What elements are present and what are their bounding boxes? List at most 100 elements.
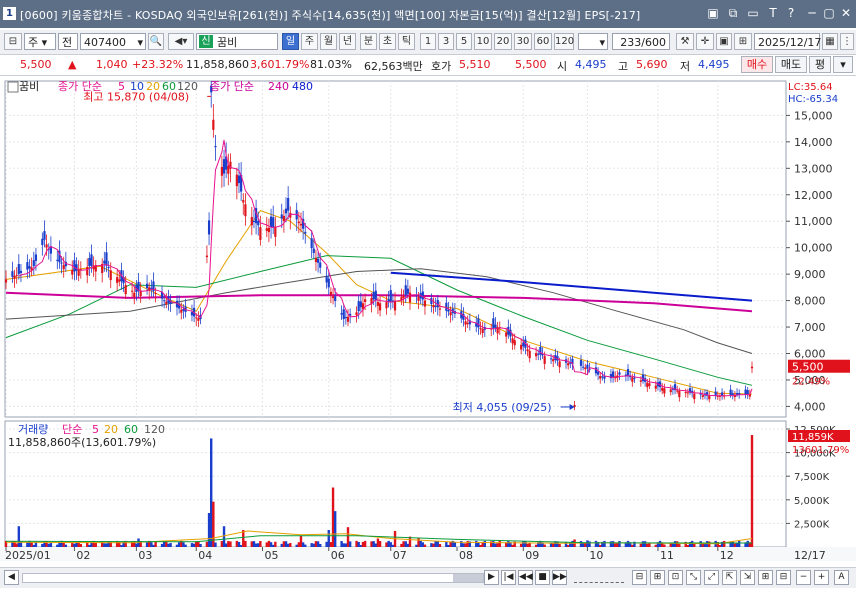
period-tick-button[interactable]: 틱 — [398, 33, 415, 50]
rewind-button[interactable]: ◀◀ — [518, 570, 533, 585]
pin-icon[interactable]: ▣ — [706, 6, 720, 20]
period-year-button[interactable]: 년 — [339, 33, 356, 50]
fast-forward-button[interactable]: ▶▶ — [552, 570, 567, 585]
date-tick-label: 10 — [589, 549, 603, 562]
candle-body — [355, 312, 358, 316]
candle-body — [259, 227, 262, 240]
open-price: 4,495 — [575, 58, 607, 71]
low-price: 4,495 — [698, 58, 730, 71]
exchange-select[interactable]: 전 — [58, 33, 78, 50]
close-icon[interactable]: ✕ — [839, 6, 853, 20]
volume-bar — [73, 543, 76, 547]
tick-10-button[interactable]: 10 — [474, 33, 492, 50]
legend-ma-period: 480 — [292, 80, 313, 93]
search-icon[interactable]: 🔍 — [148, 33, 164, 50]
horizontal-scrollbar[interactable] — [22, 573, 484, 583]
price-tick-label: 9,000 — [794, 268, 826, 281]
buy-button[interactable]: 매수 — [741, 56, 773, 73]
zoom-icon-5[interactable]: ⤢ — [704, 570, 719, 585]
scroll-left-button[interactable]: ◀ — [4, 570, 19, 585]
volume-bar — [445, 541, 448, 547]
zoom-icon-9[interactable]: ⊟ — [776, 570, 791, 585]
zoom-in-button[interactable]: + — [814, 570, 829, 585]
chart-settings-icon[interactable]: ⊟ — [4, 33, 22, 50]
candle-body — [631, 377, 634, 382]
zoom-slider[interactable] — [574, 572, 624, 583]
candle-body — [735, 393, 739, 395]
volume-bar — [222, 526, 226, 547]
tick-30-button[interactable]: 30 — [514, 33, 532, 50]
candle-body — [535, 353, 538, 357]
zoom-icon-7[interactable]: ⇲ — [740, 570, 755, 585]
candle-body — [75, 264, 78, 271]
candle-body — [582, 366, 585, 368]
zoom-icon-3[interactable]: ⊡ — [668, 570, 683, 585]
zoom-icon-6[interactable]: ⇱ — [722, 570, 737, 585]
zoom-icon-2[interactable]: ⊞ — [650, 570, 665, 585]
scroll-right-button[interactable]: ▶ — [484, 570, 499, 585]
volume-bar — [646, 543, 649, 547]
candle-body — [165, 301, 168, 304]
candle-body — [511, 338, 514, 344]
tick-3-button[interactable]: 3 — [438, 33, 454, 50]
period-day-button[interactable]: 일 — [282, 33, 299, 50]
candle-body — [28, 266, 31, 269]
candle-body — [417, 297, 420, 301]
period-minute-button[interactable]: 분 — [360, 33, 377, 50]
volume-bar — [641, 541, 645, 547]
tick-120-button[interactable]: 120 — [554, 33, 574, 50]
minimize-icon[interactable]: ─ — [805, 6, 819, 20]
restore-icon[interactable]: ⧉ — [726, 6, 740, 20]
auto-scale-button[interactable]: A — [834, 570, 849, 585]
tool-icon[interactable]: ⚒ — [676, 33, 694, 50]
candle-body — [73, 260, 76, 272]
calendar-icon[interactable]: ▦ — [822, 33, 838, 50]
candle-body — [584, 367, 587, 370]
stop-button[interactable]: ■ — [535, 570, 550, 585]
candle-body — [552, 359, 555, 362]
count-input[interactable]: 233/600 — [612, 33, 670, 50]
volume-bar — [723, 540, 726, 547]
chart-link-icon[interactable]: ⊞ — [734, 33, 752, 50]
sound-icon[interactable]: ◀▾ — [168, 33, 194, 50]
tick-20-button[interactable]: 20 — [494, 33, 512, 50]
scrollbar-thumb[interactable] — [453, 574, 483, 582]
chart-canvas[interactable]: 15,000 14,000 13,000 12,000 11,000 10,000 9,00… — [0, 77, 856, 567]
custom-tick-input[interactable]: ▾ — [578, 33, 608, 50]
tick-1-button[interactable]: 1 — [420, 33, 436, 50]
sell-button[interactable]: 매도 — [775, 56, 807, 73]
tick-5-button[interactable]: 5 — [456, 33, 472, 50]
go-first-button[interactable]: |◀ — [501, 570, 516, 585]
high-label: 고 — [618, 60, 629, 73]
date-input[interactable]: 2025/12/17 — [754, 33, 821, 50]
item-type-select[interactable]: 주 ▾ — [24, 33, 56, 50]
window-menu-icon[interactable]: ▾ — [833, 56, 853, 73]
candle-body — [310, 238, 313, 249]
volume-bar — [483, 540, 487, 547]
volume-bar — [639, 543, 643, 547]
candle-body — [445, 302, 448, 311]
text-icon[interactable]: T — [766, 6, 780, 20]
period-second-button[interactable]: 초 — [379, 33, 396, 50]
maximize-icon[interactable]: ▢ — [822, 6, 836, 20]
candle-body — [163, 300, 166, 302]
stock-name-field[interactable]: 신 꿈비 — [196, 33, 278, 50]
candle-body — [220, 166, 223, 176]
period-week-button[interactable]: 주 — [301, 33, 318, 50]
zoom-icon-8[interactable]: ⊞ — [758, 570, 773, 585]
layout-icon[interactable]: ▭ — [746, 6, 760, 20]
chart-area[interactable]: 15,000 14,000 13,000 12,000 11,000 10,000 9,00… — [0, 77, 856, 570]
zoom-icon-1[interactable]: ⊟ — [632, 570, 647, 585]
period-month-button[interactable]: 월 — [320, 33, 337, 50]
zoom-icon-4[interactable]: ⤡ — [686, 570, 701, 585]
save-icon[interactable]: ▣ — [716, 33, 732, 50]
more-icon[interactable]: ⋮ — [840, 33, 854, 50]
tick-60-button[interactable]: 60 — [534, 33, 552, 50]
candle-body — [599, 375, 602, 379]
help-icon[interactable]: ? — [784, 6, 798, 20]
crosshair-icon[interactable]: ✛ — [696, 33, 714, 50]
volume-bar — [733, 543, 737, 547]
zoom-out-button[interactable]: − — [796, 570, 811, 585]
eval-button[interactable]: 평 — [809, 56, 831, 73]
stock-code-input[interactable]: 407400 ▾ — [80, 33, 146, 50]
